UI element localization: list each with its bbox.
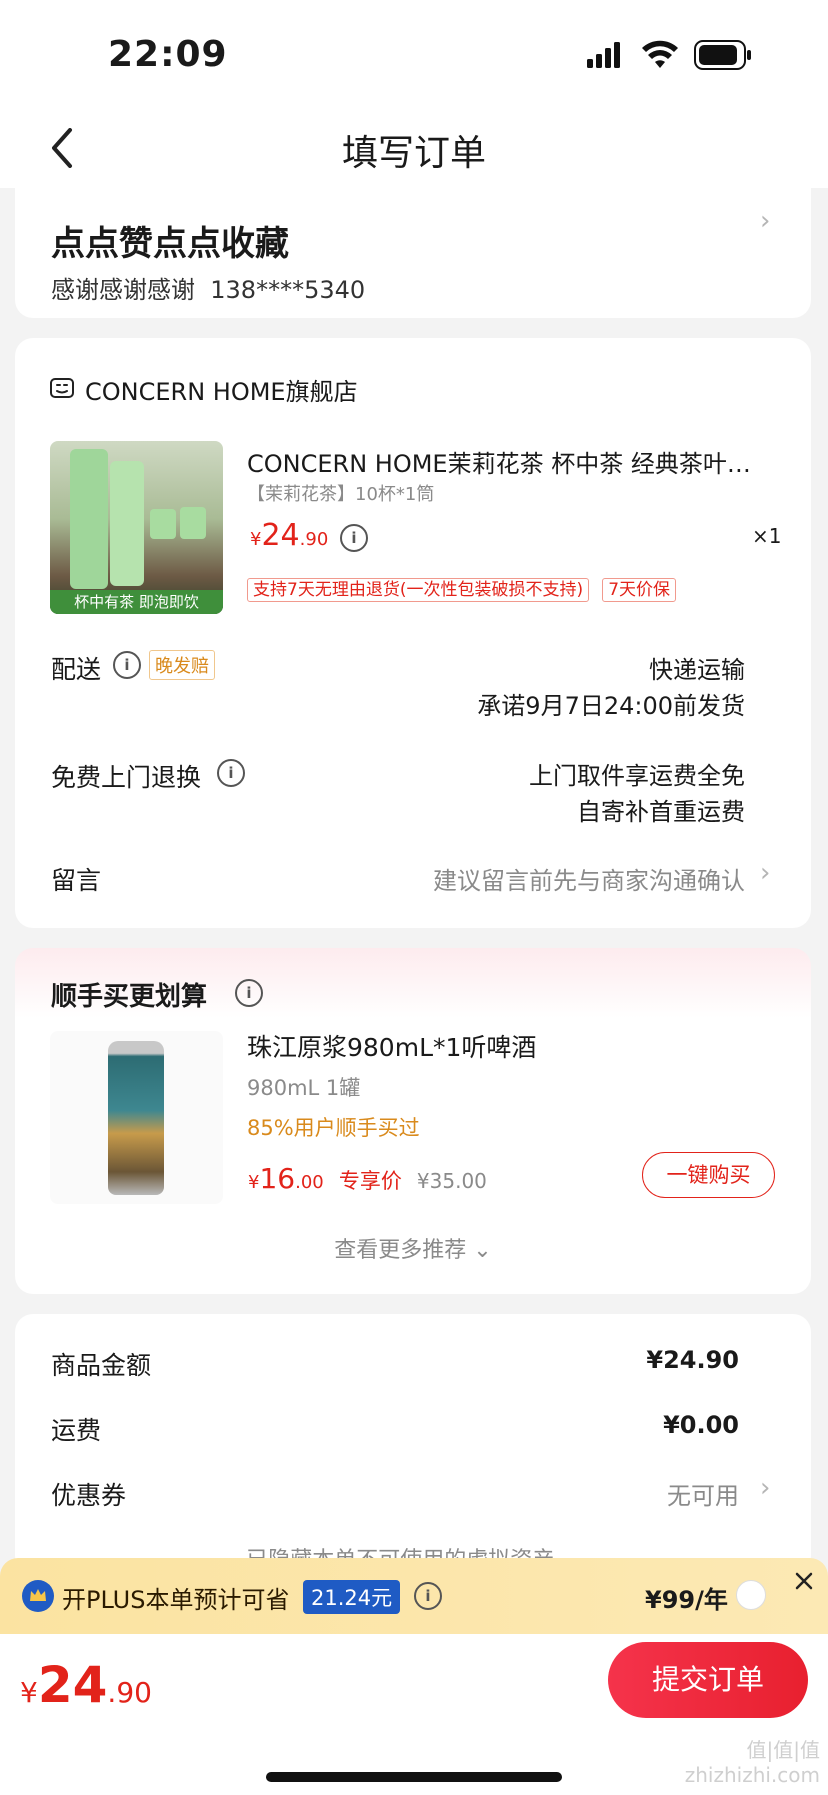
price-int: 24 [261, 518, 300, 553]
price-tag: 专享价 [338, 1169, 402, 1193]
price-symbol: ¥ [248, 1172, 260, 1193]
tea-cup [180, 507, 206, 539]
price-dec: .90 [107, 1676, 152, 1709]
bottom-bar: ¥24.90 提交订单 值|值|值 zhizhizhi.com [0, 1634, 828, 1795]
delivery-promise: 承诺9月7日24:00前发货 [477, 692, 745, 720]
product-title[interactable]: CONCERN HOME茉莉花茶 杯中茶 经典茶叶… [247, 444, 787, 479]
returns-label: 免费上门退换 [51, 763, 202, 792]
info-icon[interactable]: i [235, 979, 263, 1007]
returns-line2: 自寄补首重运费 [577, 798, 745, 826]
plus-price: ¥99/年 [645, 1586, 728, 1614]
delivery-label: 配送 [51, 655, 102, 684]
price-int: 16 [259, 1162, 296, 1195]
service-tags: 支持7天无理由退货(一次性包装破损不支持) 7天价保 [247, 575, 677, 602]
shop-name[interactable]: CONCERN HOME旗舰店 [85, 372, 358, 407]
return-policy-tag: 支持7天无理由退货(一次性包装破损不支持) [247, 578, 590, 602]
product-spec: 【茉莉花茶】10杯*1筒 [247, 484, 435, 505]
chevron-down-icon: ⌄ [473, 1238, 492, 1263]
more-recommend-link[interactable]: 查看更多推荐 ⌄ [15, 1232, 811, 1264]
plus-select-radio[interactable] [736, 1580, 766, 1610]
note-label: 留言 [51, 866, 102, 895]
goods-amount-label: 商品金额 [51, 1351, 152, 1380]
info-icon[interactable]: i [113, 651, 141, 679]
contact-name: 感谢感谢感谢 [51, 276, 195, 304]
crown-icon [22, 1580, 54, 1612]
late-compensation-badge: 晚发赔 [149, 650, 215, 680]
recommend-stat: 85%用户顺手买过 [247, 1116, 420, 1140]
store-icon [49, 375, 75, 401]
info-icon[interactable]: i [340, 524, 368, 552]
page-title: 填写订单 [341, 133, 486, 174]
submit-order-button[interactable]: 提交订单 [608, 1642, 808, 1718]
recommend-image[interactable] [50, 1031, 223, 1204]
shipping-label: 运费 [51, 1416, 102, 1445]
original-price: ¥35.00 [416, 1169, 487, 1193]
recommend-price: ¥16.00 专享价 ¥35.00 [248, 1162, 487, 1195]
more-recommend-label: 查看更多推荐 [334, 1238, 467, 1263]
plus-saving-badge: 21.24元 [303, 1580, 401, 1614]
recommend-title: 顺手买更划算 [51, 982, 208, 1012]
chevron-right-icon: › [760, 858, 771, 888]
price-protect-tag: 7天价保 [602, 578, 677, 602]
returns-line1: 上门取件享运费全免 [529, 762, 745, 790]
chevron-right-icon: › [760, 1473, 771, 1503]
price-symbol: ¥ [20, 1676, 38, 1709]
address-name: 点点赞点点收藏 [51, 224, 289, 264]
order-card: CONCERN HOME旗舰店 杯中有茶 即泡即饮 CONCERN HOME茉莉… [15, 338, 811, 928]
product-image[interactable]: 杯中有茶 即泡即饮 [50, 441, 223, 614]
recommend-card: 顺手买更划算 i 珠江原浆980mL*1听啤酒 980mL 1罐 85%用户顺手… [15, 948, 811, 1294]
price-dec: .90 [299, 529, 329, 550]
chevron-right-icon: › [760, 206, 771, 236]
plus-text: 开PLUS本单预计可省 [62, 1586, 290, 1614]
price-int: 24 [37, 1656, 108, 1714]
plus-banner[interactable]: 开PLUS本单预计可省 21.24元 i ¥99/年 [0, 1558, 828, 1634]
info-icon[interactable]: i [217, 759, 245, 787]
address-contact: 感谢感谢感谢 138****5340 [51, 270, 365, 305]
tea-cup [150, 509, 176, 539]
product-price: ¥24.90 [250, 518, 328, 553]
recommend-name[interactable]: 珠江原浆980mL*1听啤酒 [247, 1028, 536, 1064]
shipping-value: ¥0.00 [663, 1411, 739, 1439]
image-caption: 杯中有茶 即泡即饮 [50, 590, 223, 614]
recommend-spec: 980mL 1罐 [247, 1076, 361, 1100]
price-dec: .00 [295, 1172, 324, 1193]
address-card[interactable]: 点点赞点点收藏 感谢感谢感谢 138****5340 › [15, 188, 811, 318]
coupon-label: 优惠券 [51, 1481, 127, 1510]
summary-card: 商品金额 ¥24.90 运费 ¥0.00 优惠券 无可用 › 已隐藏本单不可使用… [15, 1314, 811, 1574]
goods-amount-value: ¥24.90 [646, 1346, 739, 1374]
coupon-value[interactable]: 无可用 [667, 1476, 739, 1511]
delivery-method[interactable]: 快递运输 [649, 650, 745, 685]
info-icon[interactable]: i [414, 1582, 442, 1610]
status-time: 22:09 [108, 34, 228, 75]
watermark: 值|值|值 zhizhizhi.com [684, 1738, 820, 1787]
one-click-buy-button[interactable]: 一键购买 [642, 1152, 775, 1198]
product-qty: ×1 [752, 524, 782, 548]
wifi-icon [641, 40, 679, 70]
total-price: ¥24.90 [20, 1656, 152, 1714]
home-indicator [266, 1772, 562, 1782]
signal-icon [587, 42, 623, 68]
tea-canister [70, 449, 108, 589]
beer-can [108, 1041, 164, 1195]
price-symbol: ¥ [250, 529, 262, 550]
tea-canister [110, 461, 144, 586]
note-input[interactable]: 建议留言前先与商家沟通确认 [433, 861, 745, 896]
battery-icon [694, 40, 754, 70]
contact-phone: 138****5340 [210, 276, 366, 304]
close-icon[interactable] [791, 1568, 817, 1594]
